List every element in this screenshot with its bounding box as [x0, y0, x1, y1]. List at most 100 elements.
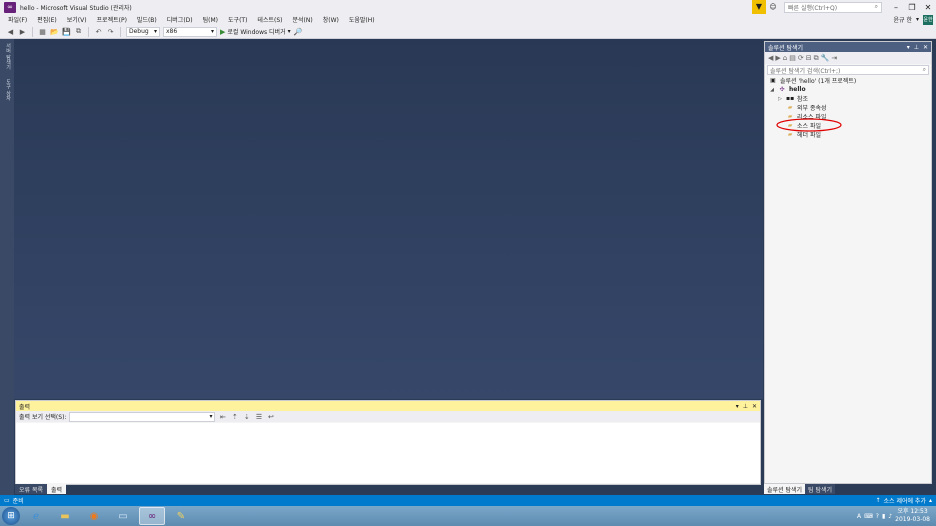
- chevron-up-icon: ▴: [928, 497, 932, 504]
- avatar[interactable]: 윤한: [923, 14, 933, 25]
- menu-window[interactable]: 창(W): [318, 15, 344, 24]
- next-message-icon[interactable]: ⇣: [242, 413, 251, 421]
- solution-explorer-panel: 솔루션 탐색기 ▾ ⊥ ✕ ◀ ▶ ⌂ ▤ ⟳ ⊟ ⧉ 🔧 ⇥ 솔루션 탐색기 …: [764, 41, 932, 484]
- panel-controls: ▾ ⊥ ✕: [736, 403, 757, 410]
- minimize-icon[interactable]: –: [888, 3, 904, 12]
- tree-item-source-files[interactable]: ▰ 소스 파일: [765, 118, 931, 132]
- properties-icon[interactable]: 🔧: [821, 54, 830, 62]
- volume-icon[interactable]: ♪: [888, 513, 892, 520]
- language-icon[interactable]: A: [857, 513, 861, 520]
- clear-all-icon[interactable]: ☰: [254, 413, 263, 421]
- menu-team[interactable]: 팀(M): [198, 15, 223, 24]
- solution-search-input[interactable]: 솔루션 탐색기 검색(Ctrl+;) ⌕: [767, 65, 929, 75]
- pin-icon[interactable]: ⊥: [743, 403, 748, 410]
- add-to-source-control-button[interactable]: ↑ 소스 제어에 추가 ▴: [875, 496, 932, 505]
- paint-icon[interactable]: ✎: [168, 507, 194, 525]
- server-explorer-tab[interactable]: 서버 탐색기: [2, 43, 12, 70]
- solution-icon: ▣: [770, 77, 776, 84]
- keyboard-icon[interactable]: ⌨: [864, 513, 873, 520]
- restore-icon[interactable]: ❐: [904, 3, 920, 12]
- file-explorer-icon[interactable]: ▬: [52, 507, 78, 525]
- arrow-up-icon: ↑: [875, 497, 881, 504]
- feedback-icon[interactable]: ☺: [766, 3, 780, 11]
- chevron-down-icon: ▾: [210, 28, 214, 35]
- menu-tools[interactable]: 도구(T): [223, 15, 252, 24]
- menu-build[interactable]: 빌드(B): [132, 15, 162, 24]
- collapsed-arrow-icon[interactable]: ▷: [777, 96, 783, 102]
- account-area: 윤규 한 ▾ 윤한: [894, 14, 933, 25]
- toolbar-divider: [88, 26, 89, 37]
- find-in-output-icon[interactable]: ⇤: [218, 413, 227, 421]
- undo-icon[interactable]: ↶: [94, 28, 103, 36]
- menu-help[interactable]: 도움말(H): [344, 15, 380, 24]
- menu-project[interactable]: 프로젝트(P): [92, 15, 132, 24]
- close-icon[interactable]: ✕: [920, 3, 936, 12]
- tab-output[interactable]: 출력: [47, 484, 67, 494]
- media-player-icon[interactable]: ◉: [81, 507, 107, 525]
- internet-explorer-icon[interactable]: ℯ: [23, 507, 49, 525]
- clock[interactable]: 오후 12:53 2019-03-08: [895, 508, 930, 524]
- tree-item-external-dependencies[interactable]: ▰ 외부 종속성: [765, 103, 931, 112]
- word-wrap-icon[interactable]: ↩: [266, 413, 275, 421]
- open-file-icon[interactable]: 📂: [50, 28, 59, 36]
- menu-analyze[interactable]: 분석(N): [287, 15, 317, 24]
- help-icon[interactable]: ?: [876, 513, 879, 520]
- app-window-icon[interactable]: ▭: [110, 507, 136, 525]
- find-icon[interactable]: 🔎: [294, 28, 303, 36]
- output-source-select[interactable]: ▾: [69, 411, 216, 422]
- chevron-down-icon[interactable]: ▾: [736, 403, 739, 410]
- forward-icon[interactable]: ▶: [18, 28, 27, 36]
- chevron-down-icon[interactable]: ▾: [907, 44, 910, 51]
- home-icon[interactable]: ⌂: [783, 54, 787, 62]
- back-icon[interactable]: ◀: [6, 28, 15, 36]
- menu-view[interactable]: 보기(V): [62, 15, 92, 24]
- tab-error-list[interactable]: 오류 목록: [15, 484, 47, 494]
- forward-icon[interactable]: ▶: [775, 54, 780, 62]
- close-icon[interactable]: ✕: [923, 44, 928, 51]
- windows-taskbar: ⊞ ℯ ▬ ◉ ▭ ∞ ✎ A ⌨ ? ▮ ♪ 오후 12:53 2019-03…: [0, 506, 936, 526]
- chevron-down-icon: ▾: [915, 16, 919, 23]
- status-bar: ▭ 준비 ↑ 소스 제어에 추가 ▴: [0, 495, 936, 506]
- tab-solution-explorer[interactable]: 솔루션 탐색기: [764, 484, 806, 494]
- user-name[interactable]: 윤규 한: [894, 15, 912, 24]
- prev-message-icon[interactable]: ⇡: [230, 413, 239, 421]
- window-title: hello - Microsoft Visual Studio (관리자): [20, 4, 132, 12]
- switch-views-icon[interactable]: ▤: [789, 54, 796, 62]
- sync-icon[interactable]: ⟳: [798, 54, 804, 62]
- menu-bar: 파일(F) 편집(E) 보기(V) 프로젝트(P) 빌드(B) 디버그(D) 팀…: [0, 14, 936, 25]
- configuration-select[interactable]: Debug ▾: [126, 26, 160, 37]
- network-icon[interactable]: ▮: [882, 513, 885, 520]
- menu-test[interactable]: 테스트(S): [252, 15, 287, 24]
- solution-explorer-header: 솔루션 탐색기 ▾ ⊥ ✕: [765, 42, 931, 52]
- preview-icon[interactable]: ⇥: [831, 54, 837, 62]
- output-header: 출력 ▾ ⊥ ✕: [16, 401, 760, 411]
- tree-item-references[interactable]: ▷ ▪▪ 참조: [765, 94, 931, 103]
- collapse-all-icon[interactable]: ⊟: [806, 54, 812, 62]
- cpp-project-icon: ✣: [779, 86, 785, 93]
- visual-studio-task-icon[interactable]: ∞: [139, 507, 165, 525]
- redo-icon[interactable]: ↷: [106, 28, 115, 36]
- output-text-area[interactable]: [16, 423, 760, 483]
- pin-icon[interactable]: ⊥: [914, 44, 919, 51]
- output-title: 출력: [19, 403, 31, 411]
- menu-edit[interactable]: 편집(E): [32, 15, 62, 24]
- expanded-arrow-icon[interactable]: ◢: [769, 87, 775, 93]
- tab-team-explorer[interactable]: 팀 탐색기: [805, 484, 836, 494]
- toolbox-tab[interactable]: 도구 상자: [2, 79, 12, 101]
- start-debugging-button[interactable]: ▶ 로컬 Windows 디버거 ▾: [220, 27, 291, 37]
- menu-debug[interactable]: 디버그(D): [162, 15, 198, 24]
- menu-file[interactable]: 파일(F): [3, 15, 32, 24]
- notification-flag-icon[interactable]: ▼: [752, 0, 766, 14]
- new-project-icon[interactable]: ▦: [38, 28, 47, 36]
- save-icon[interactable]: 💾: [62, 28, 71, 36]
- tree-project-node[interactable]: ◢ ✣ hello: [765, 85, 931, 94]
- back-icon[interactable]: ◀: [768, 54, 773, 62]
- tree-solution-node[interactable]: ▣ 솔루션 'hello' (1개 프로젝트): [765, 76, 931, 85]
- close-icon[interactable]: ✕: [752, 403, 757, 410]
- save-all-icon[interactable]: ⧉: [74, 27, 83, 36]
- platform-select[interactable]: x86 ▾: [163, 26, 217, 37]
- show-all-files-icon[interactable]: ⧉: [814, 54, 819, 63]
- quick-launch-input[interactable]: 빠른 실행(Ctrl+Q) ⌕: [784, 1, 882, 13]
- chevron-down-icon: ▾: [287, 28, 291, 35]
- start-button[interactable]: ⊞: [2, 507, 20, 525]
